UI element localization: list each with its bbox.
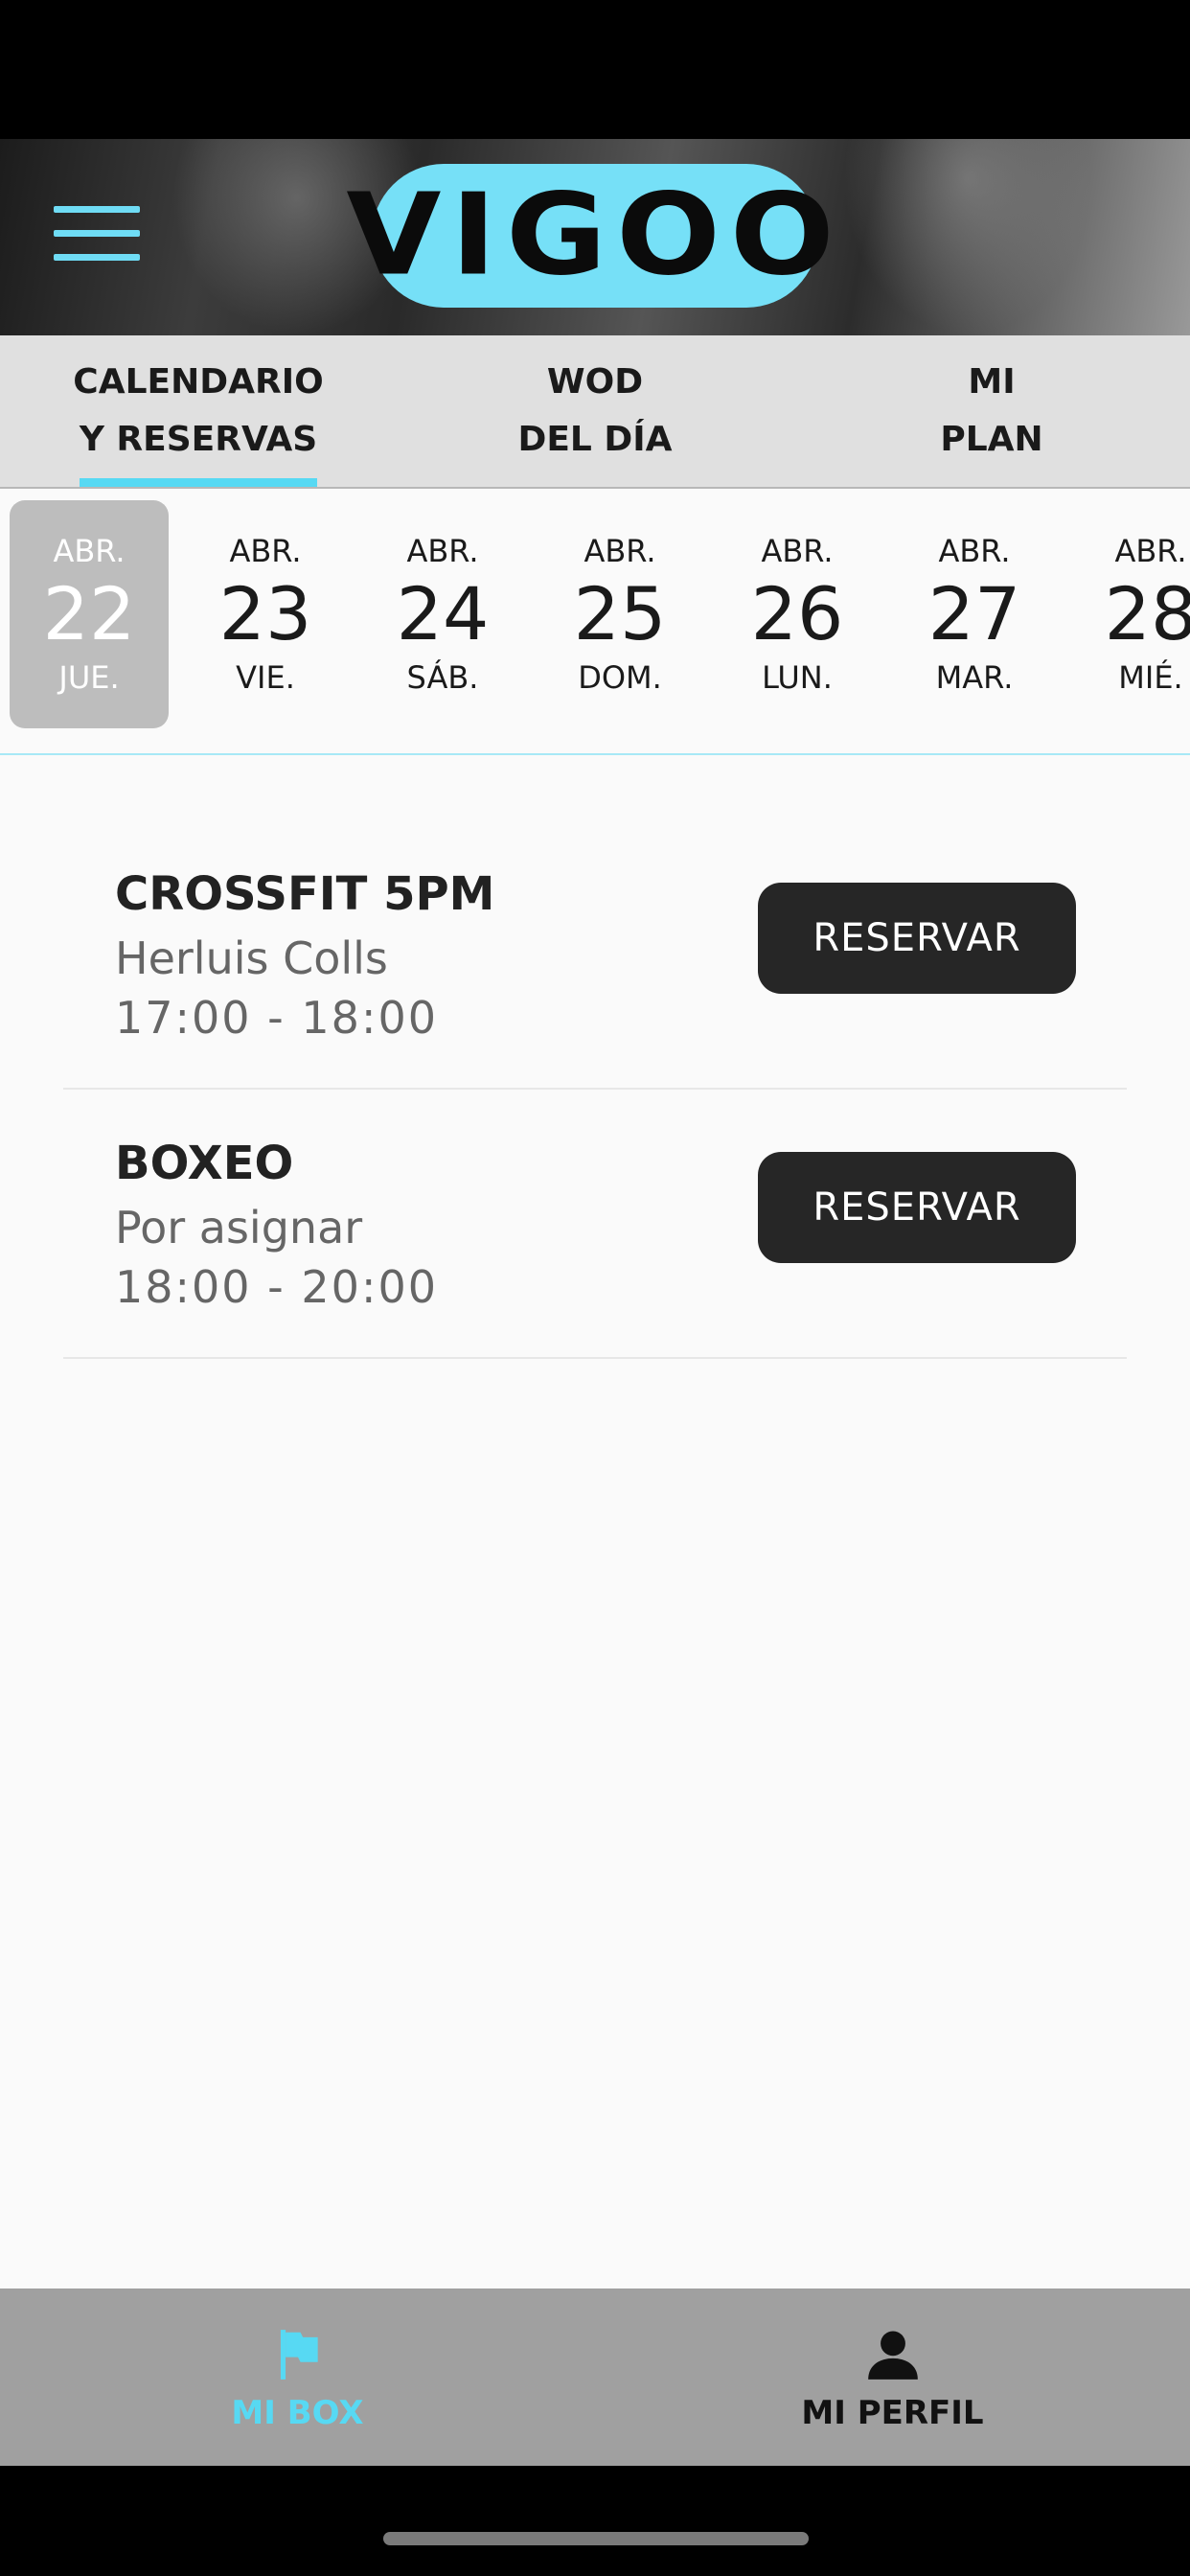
status-bar (0, 0, 1190, 139)
day-month: ABR. (229, 533, 302, 569)
top-tabs: CALENDARIO Y RESERVAS WOD DEL DÍA MI PLA… (0, 335, 1190, 489)
app-header: VIGOO (0, 139, 1190, 335)
day-item-26[interactable]: ABR. 26 LUN. (718, 500, 877, 728)
class-name: CROSSFIT 5PM (115, 867, 495, 921)
bottom-navigation: MI BOX MI PERFIL (0, 2288, 1190, 2466)
day-item-24[interactable]: ABR. 24 SÁB. (363, 500, 522, 728)
day-number: 28 (1104, 571, 1190, 656)
day-weekday: MIÉ. (1118, 659, 1183, 696)
day-month: ABR. (761, 533, 834, 569)
day-weekday: JUE. (58, 659, 120, 696)
class-list-item: CROSSFIT 5PM Herluis Colls 17:00 - 18:00… (63, 819, 1127, 1090)
day-number: 24 (396, 571, 490, 656)
day-number: 27 (927, 571, 1021, 656)
logo-text: VIGOO (346, 170, 844, 302)
home-bar-area (0, 2466, 1190, 2576)
day-number: 22 (42, 571, 136, 656)
day-item-28[interactable]: ABR. 28 MIÉ. (1071, 500, 1190, 728)
day-item-27[interactable]: ABR. 27 MAR. (895, 500, 1054, 728)
day-month: ABR. (406, 533, 479, 569)
person-icon (867, 2331, 918, 2380)
class-time: 18:00 - 20:00 (115, 1261, 438, 1313)
day-month: ABR. (584, 533, 656, 569)
day-item-22[interactable]: ABR. 22 JUE. (10, 500, 169, 728)
class-coach: Por asignar (115, 1202, 363, 1254)
nav-mi-perfil[interactable]: MI PERFIL (595, 2288, 1190, 2466)
day-item-23[interactable]: ABR. 23 VIE. (186, 500, 345, 728)
day-month: ABR. (938, 533, 1011, 569)
flag-icon (280, 2330, 318, 2380)
day-item-25[interactable]: ABR. 25 DOM. (540, 500, 699, 728)
day-weekday: VIE. (236, 659, 295, 696)
class-time: 17:00 - 18:00 (115, 992, 438, 1044)
day-weekday: SÁB. (406, 659, 479, 696)
tab-label: WOD DEL DÍA (517, 362, 673, 459)
nav-mi-box[interactable]: MI BOX (0, 2288, 595, 2466)
class-list-item: BOXEO Por asignar 18:00 - 20:00 RESERVAR (63, 1089, 1127, 1359)
class-name: BOXEO (115, 1137, 294, 1190)
day-number: 23 (218, 571, 312, 656)
day-number: 26 (750, 571, 844, 656)
home-indicator[interactable] (383, 2532, 809, 2545)
tab-calendario-reservas[interactable]: CALENDARIO Y RESERVAS (0, 335, 397, 487)
day-weekday: DOM. (578, 659, 662, 696)
nav-label: MI BOX (231, 2394, 364, 2432)
class-coach: Herluis Colls (115, 932, 388, 984)
hamburger-menu-icon[interactable] (54, 206, 140, 269)
date-selector: ABR. 22 JUE. ABR. 23 VIE. ABR. 24 SÁB. A… (0, 489, 1190, 755)
tab-wod-del-dia[interactable]: WOD DEL DÍA (397, 335, 793, 487)
day-number: 25 (573, 571, 667, 656)
day-weekday: LUN. (762, 659, 833, 696)
reserve-button[interactable]: RESERVAR (758, 883, 1076, 994)
active-tab-indicator (80, 478, 317, 487)
reserve-button[interactable]: RESERVAR (758, 1152, 1076, 1263)
day-month: ABR. (1114, 533, 1187, 569)
day-weekday: MAR. (935, 659, 1014, 696)
day-month: ABR. (53, 533, 126, 569)
tab-label: MI PLAN (940, 362, 1043, 459)
nav-label: MI PERFIL (801, 2394, 984, 2432)
tab-mi-plan[interactable]: MI PLAN (793, 335, 1190, 487)
header-background-image-right (843, 139, 1092, 335)
tab-label: CALENDARIO Y RESERVAS (73, 362, 324, 459)
app-logo: VIGOO (346, 164, 835, 308)
